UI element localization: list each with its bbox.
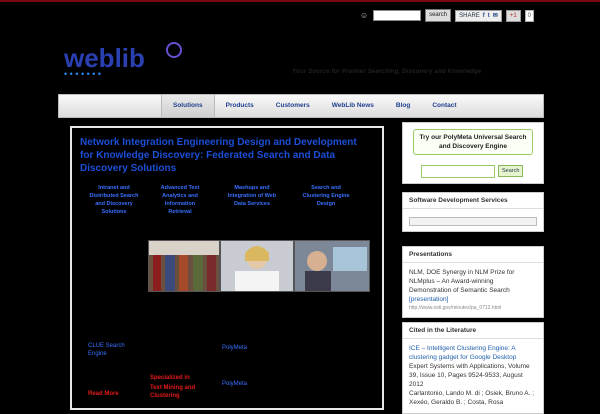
presentations-title: Presentations xyxy=(403,247,543,263)
nav-products[interactable]: Products xyxy=(215,95,265,117)
clue-search-link[interactable]: CLUE Search Engine xyxy=(88,342,138,358)
page-headline[interactable]: Network Integration Engineering Design a… xyxy=(80,136,370,175)
red-note-1: Specialized in xyxy=(150,375,190,381)
nav-customers[interactable]: Customers xyxy=(265,95,321,117)
user-icon[interactable]: ☺ xyxy=(359,11,369,21)
library-shelves-photo xyxy=(148,240,220,292)
nav-solutions[interactable]: Solutions xyxy=(161,95,215,117)
site-search-input[interactable] xyxy=(373,10,422,21)
cited-widget: Cited in the Literature ICE – Intelligen… xyxy=(402,322,544,414)
top-bar: ☺ search SHARE f t ✉ +1 0 xyxy=(0,0,600,28)
column-heading-1[interactable]: Intranet and Distributed Search and Disc… xyxy=(88,184,140,216)
polymeta-link-1[interactable]: PolyMeta xyxy=(222,344,247,352)
column-heading-2[interactable]: Advanced Text Analytics and Information … xyxy=(154,184,206,216)
software-scroller[interactable] xyxy=(409,217,537,226)
software-widget: Software Development Services xyxy=(402,192,544,232)
man-on-phone-photo xyxy=(294,240,370,292)
tagline: Your Source for Premier Searching, Disco… xyxy=(292,69,482,75)
google-plus-count: 0 xyxy=(524,9,534,22)
site-search-button[interactable]: search xyxy=(425,9,452,22)
column-heading-4[interactable]: Search and Clustering Engine Design xyxy=(300,184,352,208)
email-icon: ✉ xyxy=(492,12,498,19)
polymeta-search-button[interactable]: Search xyxy=(498,165,524,177)
polymeta-try-button[interactable]: Try our PolyMeta Universal Search and Di… xyxy=(413,129,533,155)
woman-with-paper-photo xyxy=(220,240,294,292)
cited-title: Cited in the Literature xyxy=(403,323,543,339)
svg-text:• • • • • • •: • • • • • • • xyxy=(64,69,101,79)
facebook-icon: f xyxy=(482,12,485,19)
share-label: SHARE xyxy=(459,12,480,19)
polymeta-search-input[interactable] xyxy=(421,165,495,178)
nav-weblib-news[interactable]: WebLib News xyxy=(321,95,385,117)
polymeta-link-2[interactable]: PolyMeta xyxy=(222,380,247,388)
main-content: Network Integration Engineering Design a… xyxy=(70,126,384,410)
presentations-widget: Presentations NLM, DOE Synergy in NLM Pr… xyxy=(402,246,544,318)
cited-text: Expert Systems with Applications, Volume… xyxy=(409,363,530,388)
presentation-link[interactable]: [presentation] xyxy=(409,295,537,304)
software-title: Software Development Services xyxy=(403,193,543,209)
red-note-2: Text Mining and Clustering xyxy=(150,385,196,399)
main-nav: Solutions Products Customers WebLib News… xyxy=(58,94,544,118)
share-button[interactable]: SHARE f t ✉ xyxy=(455,9,502,22)
read-more-link[interactable]: Read More xyxy=(88,390,138,398)
google-plus-button[interactable]: +1 xyxy=(505,9,521,22)
presentations-text: NLM, DOE Synergy in NLM Prize for NLMplu… xyxy=(409,269,515,294)
polymeta-widget: Try our PolyMeta Universal Search and Di… xyxy=(402,122,544,184)
top-tools: ☺ search SHARE f t ✉ +1 0 xyxy=(359,9,534,22)
weblib-logo[interactable]: weblib • • • • • • • xyxy=(62,40,194,80)
twitter-icon: t xyxy=(487,12,490,19)
column-heading-3[interactable]: Mashups and Integration of Web Data Serv… xyxy=(226,184,278,208)
nav-blog[interactable]: Blog xyxy=(385,95,421,117)
cited-authors: Carlantonio, Lando M. di ; Osiek, Bruno … xyxy=(409,390,535,406)
nav-contact[interactable]: Contact xyxy=(421,95,467,117)
presentation-url[interactable]: http://www.osti.gov/minutes/pa_0712.html xyxy=(409,304,537,313)
cited-link[interactable]: ICE – Intelligent Clustering Engine: A c… xyxy=(409,344,537,362)
